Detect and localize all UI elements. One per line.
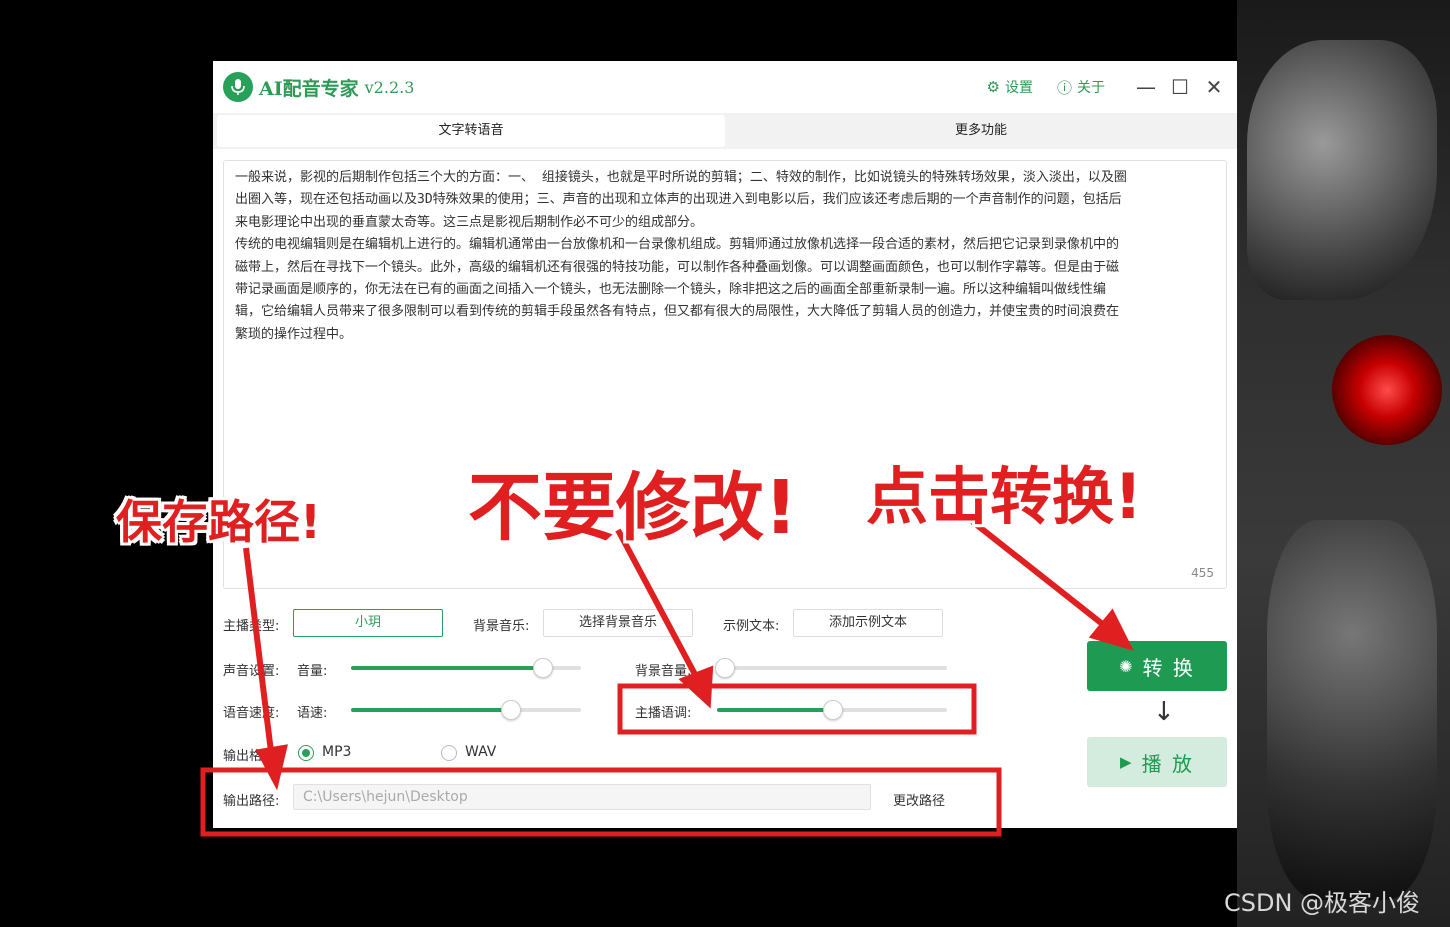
tab-bar: 文字转语音 更多功能 (213, 113, 1237, 149)
speed-slider[interactable] (351, 700, 581, 720)
sound-setting-label: 声音设置: (223, 664, 280, 679)
editor-content[interactable]: 一般来说，影视的后期制作包括三个大的方面：一、 组接镜头，也就是平时所说的剪辑；… (235, 167, 1195, 346)
app-version: v2.2.3 (364, 77, 415, 97)
volume-slider-fill (351, 666, 542, 670)
volume-label: 音量: (297, 664, 328, 679)
robot-red-eye (1332, 335, 1442, 445)
sample-text-label: 示例文本: (723, 619, 780, 634)
app-title: AI配音专家 (259, 77, 359, 100)
bg-volume-label: 背景音量: (635, 664, 692, 679)
volume-slider-thumb[interactable] (532, 658, 553, 678)
wav-radio[interactable] (441, 745, 457, 761)
mp3-label: MP3 (322, 744, 352, 760)
bg-volume-slider-thumb[interactable] (714, 658, 735, 678)
close-button[interactable]: ✕ (1197, 75, 1231, 99)
output-path-label: 输出路径: (223, 794, 280, 809)
gear-icon: ⚙ (986, 78, 1000, 96)
mp3-radio[interactable] (298, 745, 314, 761)
select-bgm-button[interactable]: 选择背景音乐 (543, 609, 693, 637)
maximize-button[interactable]: ☐ (1163, 75, 1197, 99)
click-convert-annotation: 点击转换! (866, 460, 1143, 533)
speed-label: 语速: (297, 706, 328, 721)
about-button[interactable]: ⓘ 关于 (1057, 77, 1105, 98)
tab-text-to-speech[interactable]: 文字转语音 (217, 115, 725, 147)
about-label: 关于 (1077, 80, 1105, 96)
tab-more-features[interactable]: 更多功能 (729, 115, 1233, 147)
background-artwork (1237, 0, 1450, 927)
title-bar: AI配音专家 v2.2.3 ⚙ 设置 ⓘ 关于 — ☐ ✕ (213, 61, 1237, 113)
robot-body-shape (1267, 520, 1437, 900)
settings-button[interactable]: ⚙ 设置 (987, 77, 1033, 97)
tone-slider-fill (717, 708, 832, 712)
settings-label: 设置 (1004, 80, 1033, 96)
bgm-label: 背景音乐: (473, 619, 530, 634)
wav-label: WAV (465, 744, 497, 760)
add-sample-text-button[interactable]: 添加示例文本 (793, 609, 943, 637)
play-button[interactable]: ▶ 播 放 (1087, 737, 1227, 787)
speed-setting-label: 语音速度: (223, 706, 280, 721)
convert-button[interactable]: ✺ 转 换 (1087, 641, 1227, 691)
robot-head-shape (1247, 40, 1437, 300)
tone-slider[interactable] (717, 700, 947, 720)
microphone-icon (223, 72, 253, 102)
tone-label: 主播语调: (635, 706, 692, 721)
play-label: 播 放 (1141, 751, 1194, 776)
minimize-button[interactable]: — (1129, 75, 1163, 99)
save-path-annotation: 保存路径! (116, 495, 321, 549)
output-path-input[interactable] (293, 784, 871, 810)
convert-label: 转 换 (1142, 655, 1195, 680)
anchor-select-button[interactable]: 小玥 (293, 609, 443, 637)
bg-volume-slider[interactable] (714, 658, 947, 678)
volume-slider[interactable] (351, 658, 581, 678)
tone-slider-thumb[interactable] (823, 700, 843, 720)
char-count: 455 (1191, 566, 1214, 580)
arrow-down-icon: ↓ (1153, 697, 1175, 727)
do-not-modify-annotation: 不要修改! (468, 465, 798, 551)
speed-slider-fill (351, 708, 510, 712)
info-icon: ⓘ (1056, 78, 1072, 97)
convert-icon: ✺ (1119, 656, 1135, 676)
watermark: CSDN @极客小俊 (1224, 889, 1421, 917)
speed-slider-thumb[interactable] (500, 700, 521, 720)
anchor-type-label: 主播类型: (223, 619, 280, 634)
play-icon: ▶ (1120, 753, 1134, 771)
change-path-button[interactable]: 更改路径 (893, 790, 945, 809)
format-label: 输出格式: (223, 749, 280, 764)
app-window: AI配音专家 v2.2.3 ⚙ 设置 ⓘ 关于 — ☐ ✕ 文字转语音 更多功能… (213, 61, 1237, 828)
